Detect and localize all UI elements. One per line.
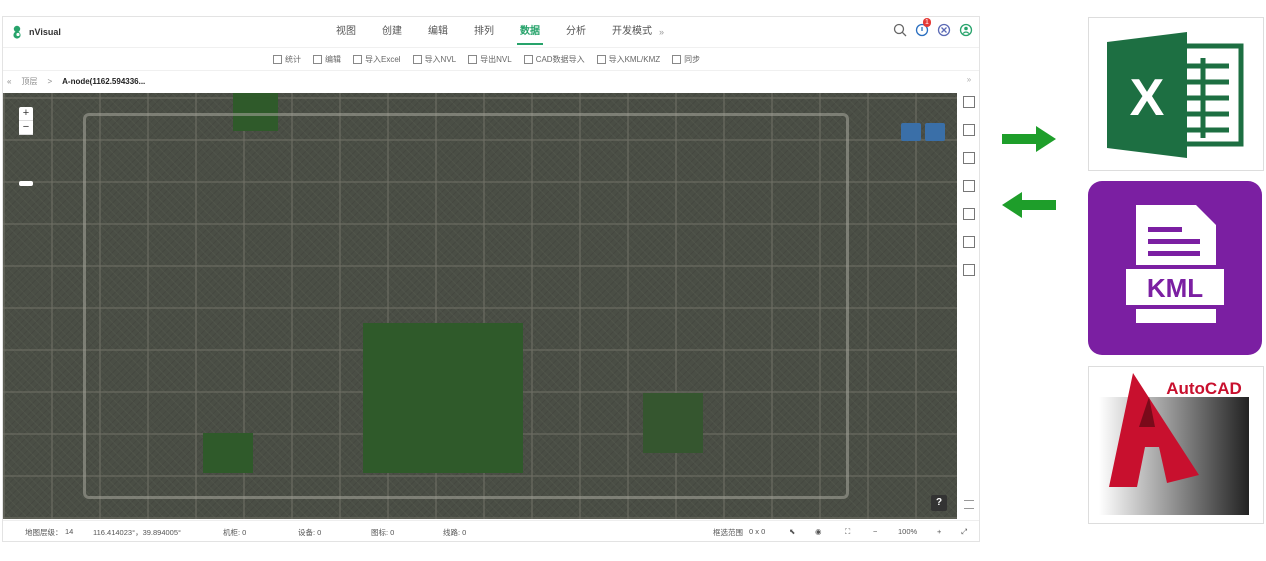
pan-icon[interactable]: ◉ <box>815 527 822 536</box>
autocad-icon: AutoCAD <box>1099 373 1249 515</box>
status-bar: 地图层级： 14 116.414023°，39.894005° 机柜: 0 设备… <box>3 520 979 541</box>
top-menu-bar: nVisual 视图 创建 编辑 排列 数据 分析 开发模式 » 1 <box>3 17 979 47</box>
zoom-level: 100% <box>898 527 918 536</box>
user-avatar-icon[interactable] <box>959 23 973 37</box>
import-icon <box>412 54 422 64</box>
help-button[interactable]: ? <box>931 495 947 511</box>
arrow-right-icon <box>1002 126 1056 152</box>
notification-icon[interactable]: 1 <box>915 18 931 37</box>
nvisual-window: nVisual 视图 创建 编辑 排列 数据 分析 开发模式 » 1 统计 编辑… <box>2 16 980 542</box>
menu-data[interactable]: 数据 <box>507 17 553 47</box>
save-icon[interactable] <box>963 96 975 108</box>
satellite-map[interactable]: + − ? <box>3 93 957 519</box>
notification-badge: 1 <box>923 18 931 27</box>
zoom-control: + − <box>19 107 33 135</box>
excel-icon: X <box>1107 32 1244 158</box>
fit-screen-icon[interactable]: ⛶ <box>845 527 850 537</box>
sync-icon <box>672 54 682 64</box>
top-right-icons: 1 <box>893 18 973 37</box>
export-nvl-button[interactable]: 导出NVL <box>462 54 518 65</box>
swap-icon[interactable] <box>963 180 975 192</box>
rack-count: 机柜: 0 <box>223 528 247 537</box>
zoom-in-button[interactable]: + <box>19 107 33 121</box>
statistics-icon <box>273 54 282 64</box>
selection-range-label: 框选范围 <box>713 528 743 537</box>
breadcrumb: « 顶层 > A-node(1162.594336... <box>7 70 145 92</box>
selection-range-value: 0 x 0 <box>749 527 766 536</box>
screen-icon[interactable] <box>963 264 975 276</box>
menu-edit[interactable]: 编辑 <box>415 17 461 47</box>
pointer-icon[interactable]: ⬉ <box>789 527 795 536</box>
export-icon <box>468 54 478 64</box>
import-icon <box>353 54 362 64</box>
menu-dev-mode[interactable]: 开发模式 <box>599 17 665 47</box>
kml-label: KML <box>1147 273 1203 303</box>
image-icon[interactable] <box>963 236 975 248</box>
network-icon[interactable] <box>963 152 975 164</box>
breadcrumb-root[interactable]: 顶层 <box>21 76 37 87</box>
zoom-out-status[interactable]: − <box>873 527 877 536</box>
zoom-slider-handle[interactable] <box>19 181 33 186</box>
excel-letter: X <box>1130 69 1165 127</box>
nvisual-logo-icon <box>13 25 21 39</box>
kml-icon: KML <box>1088 181 1262 355</box>
excel-logo-card: X <box>1088 17 1264 171</box>
import-nvl-button[interactable]: 导入NVL <box>407 54 463 65</box>
data-toolbar: 统计 编辑 导入Excel 导入NVL 导出NVL CAD数据导入 导入KML/… <box>3 47 979 71</box>
map-ring-road <box>83 113 849 499</box>
device-count: 设备: 0 <box>298 528 322 537</box>
right-sidebar: » <box>959 70 979 520</box>
rack-icon[interactable] <box>963 208 975 220</box>
map-level-value: 14 <box>65 527 74 536</box>
breadcrumb-bar: « 顶层 > A-node(1162.594336... <box>3 70 979 92</box>
app-logo[interactable]: nVisual <box>11 25 61 39</box>
edit-icon <box>313 54 322 64</box>
breadcrumb-separator: > <box>47 76 53 86</box>
fullscreen-icon[interactable]: ⤢ <box>961 527 967 537</box>
menu-view[interactable]: 视图 <box>323 17 369 47</box>
menu-analysis[interactable]: 分析 <box>553 17 599 47</box>
import-kml-button[interactable]: 导入KML/KMZ <box>591 54 667 65</box>
layers-icon[interactable] <box>901 123 921 141</box>
menu-arrange[interactable]: 排列 <box>461 17 507 47</box>
main-menu: 视图 创建 编辑 排列 数据 分析 开发模式 » <box>323 17 664 47</box>
import-excel-button[interactable]: 导入Excel <box>347 54 407 65</box>
line-count: 线路: 0 <box>443 528 467 537</box>
list-icon[interactable] <box>963 124 975 136</box>
autocad-label: AutoCAD <box>1166 379 1242 398</box>
coordinates-readout: 116.414023°，39.894005° <box>93 528 182 537</box>
edit-data-button[interactable]: 编辑 <box>307 54 347 65</box>
map-tool-buttons <box>901 123 945 141</box>
zoom-in-status[interactable]: + <box>937 527 941 536</box>
zoom-out-button[interactable]: − <box>19 121 33 135</box>
icon-count: 图标: 0 <box>371 528 395 537</box>
autocad-logo-card: AutoCAD <box>1088 366 1264 524</box>
collapse-right-icon[interactable]: » <box>959 75 979 84</box>
settings-icon[interactable] <box>937 23 951 37</box>
map-search-icon[interactable] <box>925 123 945 141</box>
import-icon <box>596 54 606 64</box>
import-icon <box>523 54 533 64</box>
map-level-label: 地图层级： <box>25 528 63 537</box>
kml-logo-card: KML <box>1088 181 1262 355</box>
app-name: nVisual <box>29 27 61 37</box>
sync-button[interactable]: 同步 <box>666 54 706 65</box>
statistics-button[interactable]: 统计 <box>267 54 307 65</box>
arrow-left-icon <box>1002 192 1056 218</box>
cad-import-button[interactable]: CAD数据导入 <box>518 54 591 65</box>
collapse-left-icon[interactable]: « <box>7 77 11 86</box>
search-icon[interactable] <box>893 23 907 37</box>
menu-create[interactable]: 创建 <box>369 17 415 47</box>
menu-icon[interactable] <box>964 500 974 509</box>
breadcrumb-current: A-node(1162.594336... <box>62 76 146 86</box>
